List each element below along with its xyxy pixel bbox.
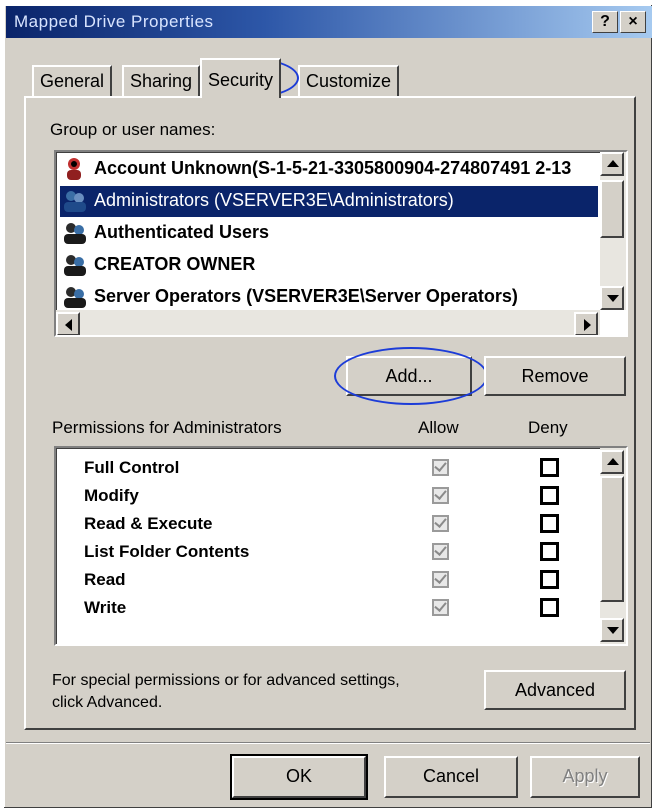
deny-checkbox[interactable] (540, 542, 559, 561)
user-name: CREATOR OWNER (94, 254, 256, 274)
allow-checkbox[interactable] (432, 543, 449, 560)
user-name: Administrators (VSERVER3E\Administrators… (94, 190, 454, 210)
user-name: Account Unknown(S-1-5-21-3305800904-2748… (94, 158, 572, 178)
permissions-label: Permissions for Administrators (52, 418, 282, 437)
scroll-down-button[interactable] (600, 618, 624, 642)
allow-checkbox[interactable] (432, 599, 449, 616)
window-title: Mapped Drive Properties (14, 12, 214, 31)
list-item[interactable]: Account Unknown(S-1-5-21-3305800904-2748… (60, 154, 598, 185)
permission-name: Full Control (84, 458, 180, 477)
unknown-user-icon (62, 157, 88, 181)
arrow-down-icon (607, 627, 619, 634)
scroll-left-button[interactable] (56, 312, 80, 335)
deny-checkbox[interactable] (540, 458, 559, 477)
allow-checkbox[interactable] (432, 571, 449, 588)
permission-name: Write (84, 598, 127, 617)
advanced-button[interactable]: Advanced (484, 670, 626, 710)
scroll-thumb[interactable] (600, 180, 624, 238)
list-item[interactable]: Administrators (VSERVER3E\Administrators… (60, 186, 598, 217)
scroll-up-button[interactable] (600, 152, 624, 176)
deny-column-header: Deny (528, 418, 568, 437)
tab-general[interactable]: General (32, 65, 113, 97)
group-label: Group or user names: (50, 120, 216, 139)
list-item[interactable]: Authenticated Users (60, 218, 598, 249)
close-button[interactable]: × (620, 11, 646, 33)
deny-checkbox[interactable] (540, 486, 559, 505)
list-item[interactable]: Server Operators (VSERVER3E\Server Opera… (60, 282, 598, 313)
ok-button[interactable]: OK (230, 754, 368, 800)
allow-checkbox[interactable] (432, 487, 449, 504)
user-name: Authenticated Users (94, 222, 270, 242)
arrow-left-icon (65, 319, 72, 331)
arrow-up-icon (607, 458, 619, 465)
allow-column-header: Allow (418, 418, 459, 437)
scroll-right-button[interactable] (574, 312, 598, 335)
tab-security[interactable]: Security (200, 58, 282, 98)
permission-name: Read & Execute (84, 514, 213, 533)
horizontal-scrollbar[interactable] (56, 310, 600, 335)
permission-name: Modify (84, 486, 139, 505)
apply-button[interactable]: Apply (530, 756, 640, 798)
permission-name: Read (84, 570, 126, 589)
annotation-ellipse-add (334, 347, 488, 405)
scroll-thumb[interactable] (600, 476, 624, 602)
deny-checkbox[interactable] (540, 598, 559, 617)
user-list[interactable]: Account Unknown(S-1-5-21-3305800904-2748… (54, 150, 628, 337)
cancel-button[interactable]: Cancel (384, 756, 518, 798)
arrow-down-icon (607, 295, 619, 302)
permission-name: List Folder Contents (84, 542, 250, 561)
advanced-note-line2: click Advanced. (52, 694, 163, 711)
scroll-up-button[interactable] (600, 450, 624, 474)
title-bar[interactable]: Mapped Drive Properties ? × (6, 6, 652, 38)
arrow-right-icon (584, 319, 591, 331)
arrow-up-icon (607, 160, 619, 167)
advanced-note-line1: For special permissions or for advanced … (52, 672, 400, 689)
remove-button[interactable]: Remove (484, 356, 626, 396)
group-icon (62, 189, 88, 213)
scroll-down-button[interactable] (600, 286, 624, 310)
divider (6, 742, 650, 744)
help-button[interactable]: ? (592, 11, 618, 33)
allow-checkbox[interactable] (432, 515, 449, 532)
user-name: Server Operators (VSERVER3E\Server Opera… (94, 286, 518, 306)
tab-customize[interactable]: Customize (298, 65, 400, 97)
list-item[interactable]: CREATOR OWNER (60, 250, 598, 281)
permissions-list[interactable]: Full Control Modify Read & Execute List Fol… (54, 446, 628, 646)
allow-checkbox[interactable] (432, 459, 449, 476)
group-icon (62, 253, 88, 277)
group-icon (62, 221, 88, 245)
tab-sharing[interactable]: Sharing (122, 65, 201, 97)
deny-checkbox[interactable] (540, 570, 559, 589)
deny-checkbox[interactable] (540, 514, 559, 533)
group-icon (62, 285, 88, 309)
